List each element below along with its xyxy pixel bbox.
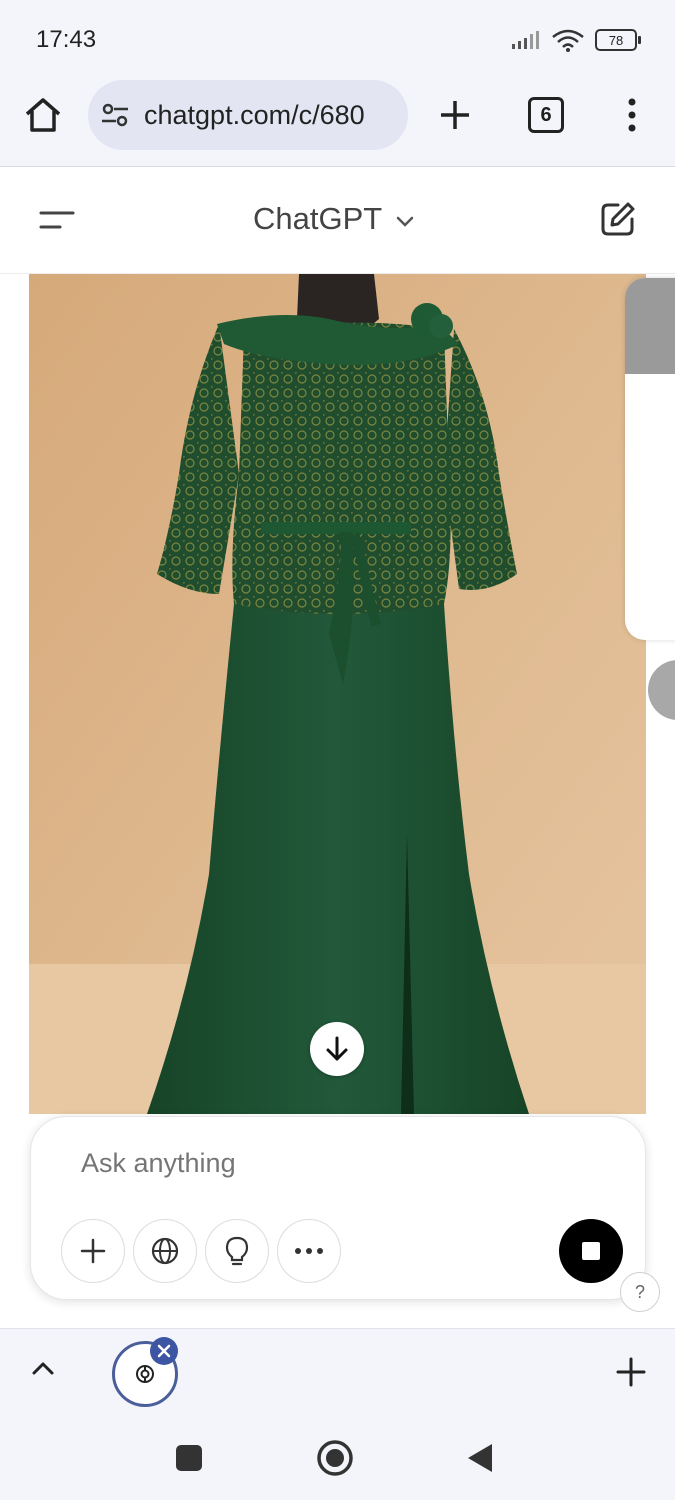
side-panel[interactable] — [625, 278, 675, 640]
home-icon[interactable] — [22, 94, 64, 136]
address-bar[interactable]: chatgpt.com/c/680 — [88, 80, 408, 150]
arrow-down-icon — [326, 1036, 348, 1061]
reason-button[interactable] — [205, 1219, 269, 1283]
more-tools-button[interactable] — [277, 1219, 341, 1283]
plus-icon — [80, 1238, 106, 1264]
home-icon[interactable] — [316, 1439, 354, 1477]
scroll-down-button[interactable] — [310, 1022, 364, 1076]
chevron-up-icon[interactable] — [30, 1359, 56, 1379]
ellipsis-icon — [295, 1248, 323, 1254]
side-bubble[interactable] — [648, 660, 675, 720]
recents-icon[interactable] — [175, 1444, 203, 1472]
wifi-icon — [552, 29, 584, 52]
search-web-button[interactable] — [133, 1219, 197, 1283]
status-bar: 17:43 78 — [0, 0, 675, 80]
signal-icon — [512, 31, 539, 49]
lightbulb-icon — [225, 1236, 249, 1266]
browser-toolbar: chatgpt.com/c/680 6 — [0, 80, 675, 167]
generated-image[interactable] — [29, 274, 646, 1114]
close-tab-button[interactable] — [150, 1337, 178, 1365]
composer — [30, 1116, 646, 1300]
prompt-input[interactable] — [79, 1147, 583, 1180]
battery-icon: 78 — [595, 29, 641, 51]
plus-icon[interactable] — [436, 96, 474, 134]
tabs-icon[interactable]: 6 — [528, 97, 564, 133]
stop-button[interactable] — [559, 1219, 623, 1283]
back-icon[interactable] — [466, 1442, 494, 1474]
system-nav-bar — [0, 1416, 675, 1500]
tab-count: 6 — [540, 103, 552, 126]
chevron-down-icon[interactable] — [394, 211, 416, 231]
chat-header: ChatGPT — [0, 167, 675, 274]
stop-icon — [582, 1242, 600, 1260]
more-vert-icon[interactable] — [622, 96, 642, 134]
plus-icon[interactable] — [616, 1357, 646, 1387]
help-button[interactable]: ? — [620, 1272, 660, 1312]
globe-icon — [151, 1237, 179, 1265]
url-text[interactable]: chatgpt.com/c/680 — [144, 100, 394, 131]
tune-icon[interactable] — [100, 102, 130, 128]
sidebar-icon[interactable] — [38, 205, 76, 235]
battery-level: 78 — [608, 32, 624, 48]
dress-illustration — [29, 274, 646, 1114]
chatgpt-logo-icon — [136, 1365, 154, 1383]
new-chat-icon[interactable] — [598, 199, 638, 239]
close-icon — [157, 1344, 171, 1358]
status-icons: 78 — [511, 26, 641, 54]
status-time: 17:43 — [36, 26, 97, 53]
side-panel-header — [625, 278, 675, 374]
tab-strip — [0, 1328, 675, 1417]
attach-button[interactable] — [61, 1219, 125, 1283]
model-selector-title[interactable]: ChatGPT — [253, 201, 382, 237]
